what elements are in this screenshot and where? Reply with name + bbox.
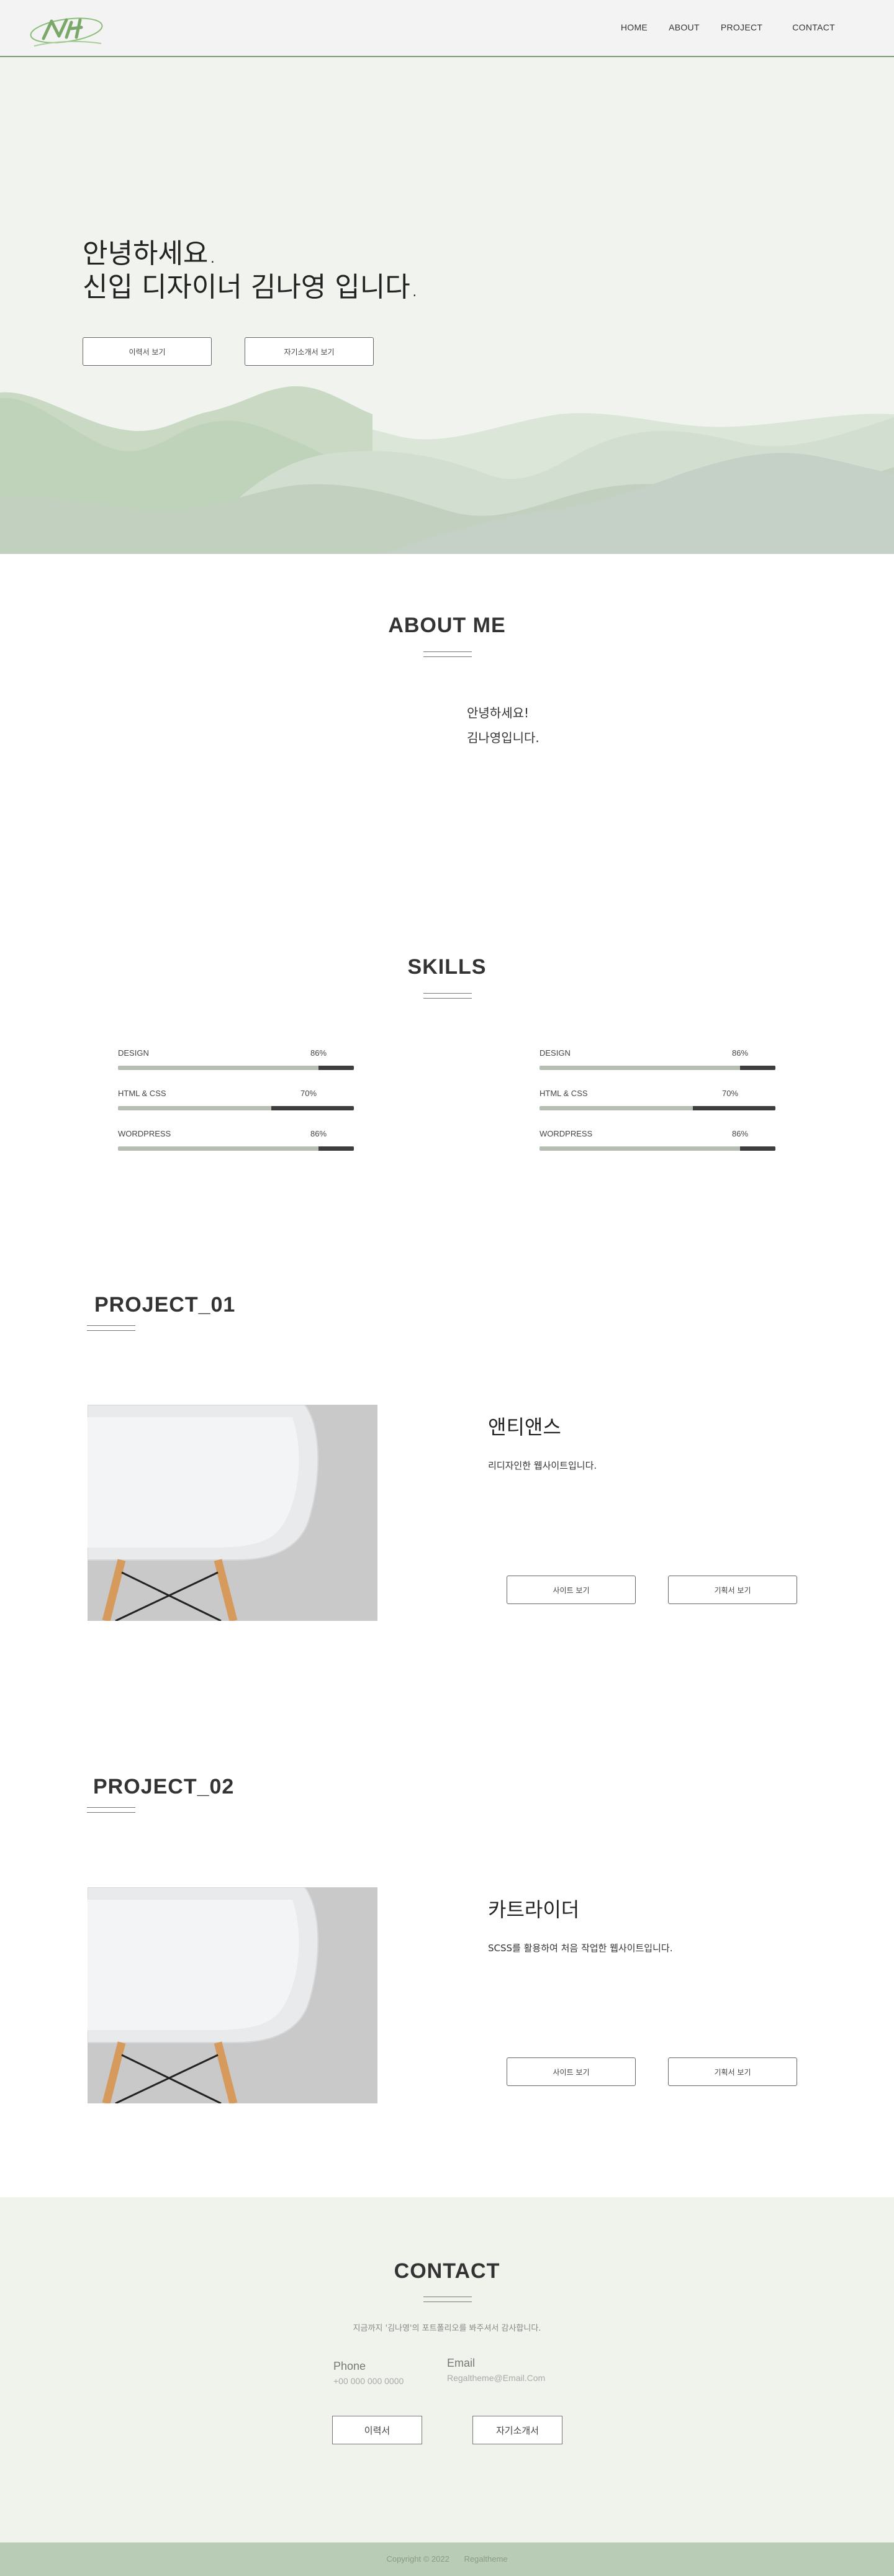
- footer-copyright: Copyright © 2022: [386, 2554, 449, 2564]
- site-footer: Copyright © 2022 Regaltheme: [0, 2542, 894, 2576]
- email-label: Email: [447, 2357, 476, 2369]
- email-value[interactable]: Regaltheme@Email.Com: [447, 2373, 545, 2383]
- skill-percent: 70%: [722, 1089, 739, 1098]
- project-1-name: 앤티앤스: [488, 1415, 561, 1439]
- contact-subtitle: 지금까지 '김나영'의 포트폴리오를 봐주셔서 감사합니다.: [353, 2324, 541, 2333]
- skill-item: DESIGN 86%: [540, 1048, 775, 1073]
- about-divider: [423, 651, 472, 657]
- project-2-title: PROJECT_02: [93, 1775, 235, 1798]
- project-1-image: [88, 1405, 377, 1621]
- skill-name: WORDPRESS: [540, 1129, 593, 1138]
- skill-name: DESIGN: [118, 1048, 149, 1058]
- hero-section: 안녕하세요. 신입 디자이너 김나영 입니다. 이력서 보기 자기소개서 보기: [0, 57, 894, 554]
- skill-bar-fill: [318, 1146, 354, 1151]
- contact-divider: [423, 2297, 472, 2302]
- about-line-1: 안녕하세요!: [467, 705, 530, 720]
- skills-title: SKILLS: [407, 955, 487, 979]
- skill-name: WORDPRESS: [118, 1129, 171, 1138]
- project-1-divider: [87, 1325, 135, 1331]
- chair-image-icon: [88, 1887, 377, 2103]
- chair-image-icon: [88, 1405, 377, 1621]
- project-2-divider: [87, 1807, 135, 1813]
- intro-button[interactable]: 자기소개서 보기: [245, 337, 374, 366]
- nav-project[interactable]: PROJECT: [721, 22, 762, 32]
- skill-item: DESIGN 86%: [118, 1048, 354, 1073]
- logo-icon[interactable]: [28, 14, 106, 51]
- contact-resume-button[interactable]: 이력서: [332, 2416, 422, 2444]
- project-2-image: [88, 1887, 377, 2103]
- skill-name: DESIGN: [540, 1048, 571, 1058]
- skill-item: WORDPRESS 86%: [118, 1129, 354, 1154]
- skill-percent: 86%: [732, 1129, 749, 1138]
- phone-label: Phone: [333, 2360, 366, 2372]
- project-2-desc: SCSS를 활용하여 처음 작업한 웹사이트입니다.: [488, 1943, 673, 1954]
- nav-contact[interactable]: CONTACT: [792, 22, 835, 32]
- skill-item: HTML & CSS 70%: [118, 1089, 354, 1113]
- about-line-2: 김나영입니다.: [467, 730, 540, 745]
- resume-button[interactable]: 이력서 보기: [83, 337, 212, 366]
- mountain-illustration: [0, 386, 894, 554]
- nav-home[interactable]: HOME: [621, 22, 648, 32]
- skill-bar: [540, 1146, 775, 1151]
- skill-bar: [540, 1106, 775, 1110]
- skill-percent: 86%: [732, 1048, 749, 1058]
- hero-title: 안녕하세요. 신입 디자이너 김나영 입니다.: [83, 237, 419, 304]
- skill-name: HTML & CSS: [118, 1089, 166, 1098]
- contact-section: CONTACT 지금까지 '김나영'의 포트폴리오를 봐주셔서 감사합니다. P…: [0, 2197, 894, 2542]
- about-text: 안녕하세요! 김나영입니다.: [467, 701, 540, 750]
- skill-percent: 86%: [310, 1129, 327, 1138]
- skill-bar: [118, 1146, 354, 1151]
- project-2-name: 카트라이더: [488, 1898, 580, 1921]
- hero-line-2: 신입 디자이너 김나영 입니다.: [83, 271, 419, 303]
- about-title: ABOUT ME: [388, 614, 506, 637]
- project-2-site-button[interactable]: 사이트 보기: [507, 2057, 636, 2086]
- project-1-title: PROJECT_01: [94, 1293, 236, 1317]
- skill-bar: [118, 1066, 354, 1070]
- skill-percent: 86%: [310, 1048, 327, 1058]
- contact-title: CONTACT: [394, 2259, 500, 2283]
- project-1-plan-button[interactable]: 기획서 보기: [668, 1576, 797, 1604]
- project-1-desc: 리디자인한 웹사이트입니다.: [488, 1460, 597, 1471]
- footer-brand[interactable]: Regaltheme: [464, 2554, 507, 2564]
- skill-percent: 70%: [300, 1089, 317, 1098]
- main-nav: HOME ABOUT PROJECT CONTACT: [600, 22, 835, 32]
- project-1-site-button[interactable]: 사이트 보기: [507, 1576, 636, 1604]
- skill-item: WORDPRESS 86%: [540, 1129, 775, 1154]
- skill-bar: [540, 1066, 775, 1070]
- nav-about[interactable]: ABOUT: [669, 22, 700, 32]
- project-2-plan-button[interactable]: 기획서 보기: [668, 2057, 797, 2086]
- contact-intro-button[interactable]: 자기소개서: [472, 2416, 562, 2444]
- skill-name: HTML & CSS: [540, 1089, 588, 1098]
- skill-bar: [118, 1106, 354, 1110]
- skill-bar-fill: [740, 1066, 775, 1070]
- skills-divider: [423, 993, 472, 999]
- skill-bar-fill: [693, 1106, 775, 1110]
- skill-bar-fill: [318, 1066, 354, 1070]
- phone-value[interactable]: +00 000 000 0000: [333, 2376, 404, 2386]
- skill-bar-fill: [740, 1146, 775, 1151]
- site-header: HOME ABOUT PROJECT CONTACT: [0, 0, 894, 57]
- skill-item: HTML & CSS 70%: [540, 1089, 775, 1113]
- hero-line-1: 안녕하세요.: [83, 238, 217, 270]
- skill-bar-fill: [271, 1106, 354, 1110]
